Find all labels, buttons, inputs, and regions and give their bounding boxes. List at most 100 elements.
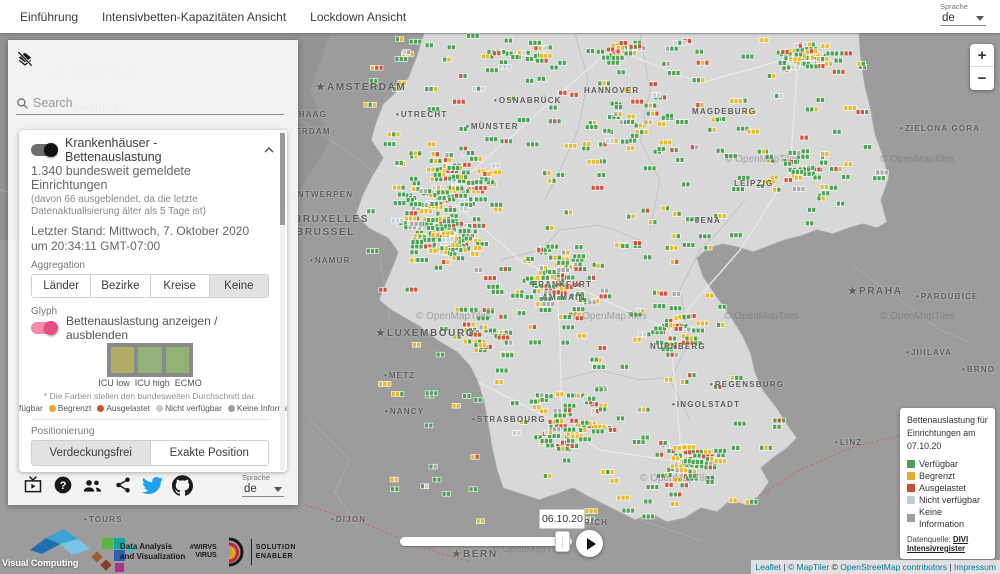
legend-swatch [907, 472, 915, 480]
language-value: de [942, 12, 955, 24]
divi-link[interactable]: DIVI [953, 535, 968, 544]
wirvsvirus-label-line: #WIRVS [190, 544, 217, 551]
legend-title-line: Einrichtungen am [907, 428, 976, 438]
layers-off-icon[interactable] [15, 49, 35, 69]
facility-count-note: (davon 66 ausgeblendet, da die letzte Da… [31, 194, 206, 217]
zoom-in-button[interactable]: + [970, 44, 994, 67]
aggregation-kreise-button[interactable]: Kreise [149, 275, 209, 297]
aggregation-label: Aggregation [31, 260, 85, 271]
positioning-label: Positionierung [31, 426, 95, 437]
nav-item-lockdown[interactable]: Lockdown Ansicht [310, 10, 406, 24]
language-label: Sprache [242, 473, 270, 482]
legend-swatch [907, 484, 915, 492]
status-dot [227, 404, 235, 412]
positioning-exakt-button[interactable]: Exakte Position [149, 441, 268, 465]
nav-item-intensivbetten[interactable]: Intensivbetten-Kapazitäten Ansicht [102, 10, 286, 24]
visual-computing-label: Visual Computing [2, 558, 79, 568]
status-item: Verfügbar [19, 403, 43, 413]
glyph-cell-label: ICU high [134, 378, 170, 388]
card-header: Krankenhäuser - Bettenauslastung [31, 136, 274, 164]
card-scrollbar-thumb[interactable] [280, 133, 285, 225]
visual-computing-logo [30, 529, 90, 555]
glyph-cell-label: ICU low [98, 378, 130, 388]
chevron-up-icon[interactable] [263, 146, 275, 154]
status-dot [156, 404, 164, 412]
card-scrollbar [280, 132, 285, 470]
search-input[interactable] [33, 96, 263, 110]
attribution-text: | [780, 562, 788, 572]
legend-swatch [907, 460, 915, 468]
search-bar [16, 96, 284, 115]
language-value: de [244, 483, 257, 495]
status-dot [48, 404, 56, 412]
team-button[interactable] [82, 475, 103, 496]
glyph-preview [107, 343, 193, 377]
intensivregister-link[interactable]: Intensivregister [907, 544, 965, 553]
legend-item: Keine Information [907, 506, 988, 530]
datasource-label: Datenquelle: [907, 535, 951, 544]
app: •PETERBOROUGH•CAMBRIDGE★AMSTERDAM•DEN HA… [0, 0, 1000, 574]
legend-date: 07.10.20 [907, 441, 942, 451]
share-icon[interactable] [112, 475, 133, 496]
language-label: Sprache [940, 2, 968, 11]
partner-logos: Visual Computing Data Analysis and Visua… [0, 522, 295, 574]
nav-items: Einführung Intensivbetten-Kapazitäten An… [0, 10, 406, 24]
date-slider-track[interactable]: 06.10.20 [400, 509, 586, 552]
map-attribution: Leaflet | © MapTiler © OpenStreetMap con… [751, 560, 1000, 574]
glyph-cell-icu-low [111, 347, 135, 373]
solution-enabler-line: SOLUTION [255, 544, 296, 551]
layer-visibility-toggle[interactable] [31, 143, 58, 157]
legend-item: Begrenzt [907, 470, 988, 482]
attribution-link[interactable]: OpenStreetMap contributors [840, 562, 947, 572]
attribution-text: © [829, 562, 841, 572]
chevron-down-icon [976, 15, 984, 21]
attribution-text: | [947, 562, 954, 572]
legend-item: Nicht verfügbar [907, 494, 988, 506]
date-tooltip: 06.10.20 [539, 509, 586, 529]
zoom-out-button[interactable]: − [970, 67, 994, 90]
aggregation-laender-button[interactable]: Länder [32, 275, 91, 297]
chevron-down-icon [274, 486, 282, 492]
nav-language-select[interactable]: de [940, 11, 986, 26]
nav-item-einfuehrung[interactable]: Einführung [20, 10, 78, 24]
search-icon [17, 98, 28, 109]
attribution-link[interactable]: © MapTiler [788, 562, 829, 572]
divider [250, 539, 252, 565]
legend-swatch [907, 514, 915, 522]
github-icon[interactable] [172, 474, 193, 496]
panel-language-select[interactable]: de [242, 482, 284, 497]
video-tutorial-button[interactable] [22, 475, 43, 496]
divider [31, 419, 269, 420]
svg-text:?: ? [59, 480, 66, 492]
map-zoom-control: + − [970, 44, 994, 90]
glyph-cell-labels: ICU low ICU high ECMO [31, 378, 269, 388]
legend-item: Ausgelastet [907, 482, 988, 494]
hospital-layer-card: Krankenhäuser - Bettenauslastung 1.340 b… [19, 130, 287, 472]
positioning-verdeckungsfrei-button[interactable]: Verdeckungsfrei [32, 441, 150, 465]
last-update: Letzter Stand: Mittwoch, 7. Oktober 2020… [31, 224, 250, 253]
date-slider-thumb[interactable] [555, 531, 571, 552]
positioning-button-group: Verdeckungsfrei Exakte Position [31, 440, 269, 466]
wirvsvirus-label-line: VIRUS [195, 552, 217, 559]
map-legend: Bettenauslastung für Einrichtungen am 07… [900, 408, 995, 559]
top-navbar: Einführung Intensivbetten-Kapazitäten An… [0, 0, 1000, 33]
help-button[interactable]: ? [52, 475, 73, 496]
status-item: Ausgelastet [97, 403, 150, 413]
aggregation-bezirke-button[interactable]: Bezirke [90, 275, 150, 297]
aggregation-button-group: Länder Bezirke Kreise Keine [31, 274, 269, 298]
glyph-cell-icu-high [138, 347, 162, 373]
attribution-link[interactable]: Leaflet [755, 562, 781, 572]
play-button[interactable] [576, 530, 603, 557]
dav-label-line: Data Analysis [120, 542, 173, 551]
status-item: Nicht verfügbar [156, 403, 222, 413]
attribution-link[interactable]: Impressum [954, 562, 996, 572]
legend-title-line: Bettenauslastung für [907, 415, 988, 425]
glyph-visibility-toggle[interactable] [31, 321, 58, 335]
status-item: Begrenzt [48, 403, 91, 413]
facility-count: 1.340 bundesweit gemeldete Einrichtungen [31, 164, 191, 192]
status-dot-legend: Verfügbar Begrenzt Ausgelastet Nicht ver… [19, 403, 287, 413]
twitter-icon[interactable] [142, 475, 163, 496]
wirvsvirus-arc-icon [228, 537, 244, 567]
aggregation-keine-button[interactable]: Keine [208, 275, 268, 297]
panel-footer: ? Sprache de [22, 473, 284, 497]
